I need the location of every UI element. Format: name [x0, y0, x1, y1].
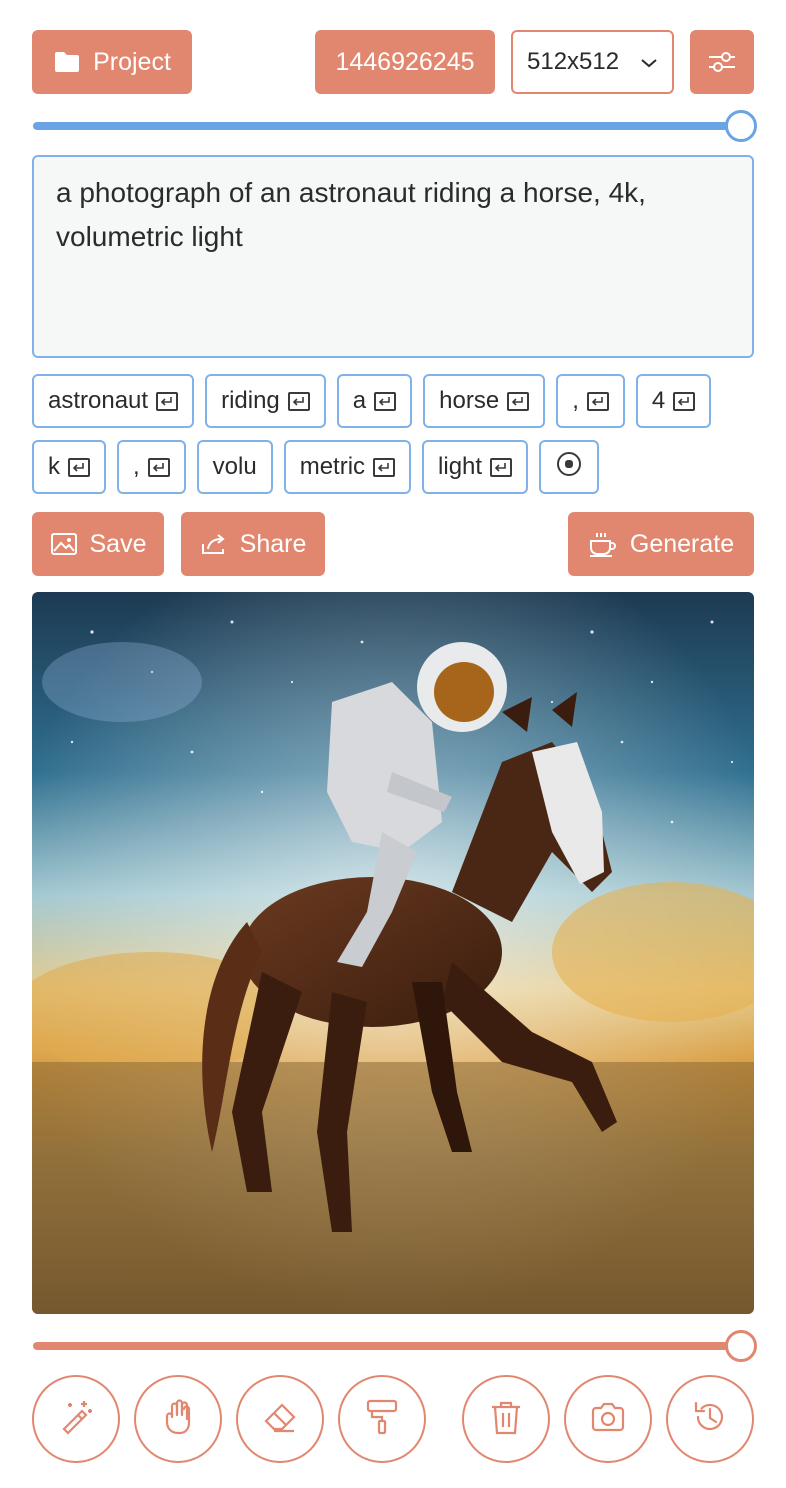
- eraser-button[interactable]: [236, 1375, 324, 1463]
- enter-icon: [507, 391, 530, 411]
- trash-icon: [486, 1397, 526, 1442]
- enter-icon: [490, 457, 513, 477]
- enter-icon: [373, 457, 396, 477]
- generate-label: Generate: [629, 529, 735, 558]
- token-chip[interactable]: ,: [556, 374, 625, 428]
- brush-size-slider[interactable]: [33, 1328, 757, 1364]
- magic-wand-button[interactable]: [32, 1375, 120, 1463]
- size-select[interactable]: 512x512: [511, 30, 674, 94]
- save-label: Save: [89, 529, 147, 558]
- enter-icon: [673, 391, 696, 411]
- generated-image[interactable]: [32, 592, 754, 1314]
- token-chip[interactable]: k: [32, 440, 106, 494]
- eraser-icon: [260, 1397, 300, 1442]
- token-chip[interactable]: horse: [423, 374, 546, 428]
- delete-button[interactable]: [462, 1375, 550, 1463]
- token-list: astronaut riding a horse , 4 k , volu me…: [32, 374, 762, 506]
- token-chip[interactable]: 4: [635, 374, 712, 428]
- image-icon: [50, 532, 78, 556]
- token-chip[interactable]: a: [336, 374, 413, 428]
- enter-icon: [147, 457, 170, 477]
- generate-button[interactable]: Generate: [568, 512, 754, 576]
- slider-thumb[interactable]: [725, 1330, 757, 1362]
- slider-track: [33, 1342, 741, 1350]
- share-icon: [200, 532, 228, 556]
- project-button[interactable]: Project: [32, 30, 192, 94]
- enter-icon: [68, 457, 90, 477]
- project-label: Project: [93, 47, 171, 76]
- seed-button[interactable]: 1446926245: [315, 30, 495, 94]
- settings-button[interactable]: [690, 30, 754, 94]
- prompt-textarea[interactable]: a photograph of an astronaut riding a ho…: [32, 155, 754, 358]
- token-chip[interactable]: riding: [205, 374, 326, 428]
- camera-button[interactable]: [564, 1375, 652, 1463]
- strength-slider[interactable]: [33, 108, 757, 144]
- stop-circle-icon: [556, 451, 582, 484]
- magic-wand-icon: [56, 1397, 96, 1442]
- size-select-value: 512x512: [527, 48, 620, 75]
- slider-thumb[interactable]: [725, 110, 757, 142]
- enter-icon: [287, 391, 310, 411]
- token-chip[interactable]: volu: [196, 440, 273, 494]
- token-chip[interactable]: astronaut: [32, 374, 195, 428]
- paint-roller-button[interactable]: [338, 1375, 426, 1463]
- enter-icon: [586, 391, 609, 411]
- sliders-icon: [707, 49, 737, 75]
- token-chip[interactable]: light: [422, 440, 529, 494]
- seed-value: 1446926245: [335, 47, 475, 76]
- history-icon: [690, 1397, 730, 1442]
- hand-button[interactable]: [134, 1375, 222, 1463]
- paint-roller-icon: [362, 1397, 402, 1442]
- coffee-cup-icon: [588, 530, 618, 558]
- camera-icon: [588, 1397, 628, 1442]
- chevron-down-icon: [640, 48, 658, 76]
- token-chip[interactable]: metric: [283, 440, 412, 494]
- save-button[interactable]: Save: [32, 512, 164, 576]
- history-button[interactable]: [666, 1375, 754, 1463]
- share-label: Share: [239, 529, 307, 558]
- share-button[interactable]: Share: [181, 512, 325, 576]
- folder-icon: [53, 50, 81, 74]
- token-chip[interactable]: ,: [117, 440, 186, 494]
- token-end-chip[interactable]: [539, 440, 600, 494]
- hand-icon: [158, 1397, 198, 1442]
- enter-icon: [374, 391, 397, 411]
- enter-icon: [156, 391, 179, 411]
- slider-track: [33, 122, 741, 130]
